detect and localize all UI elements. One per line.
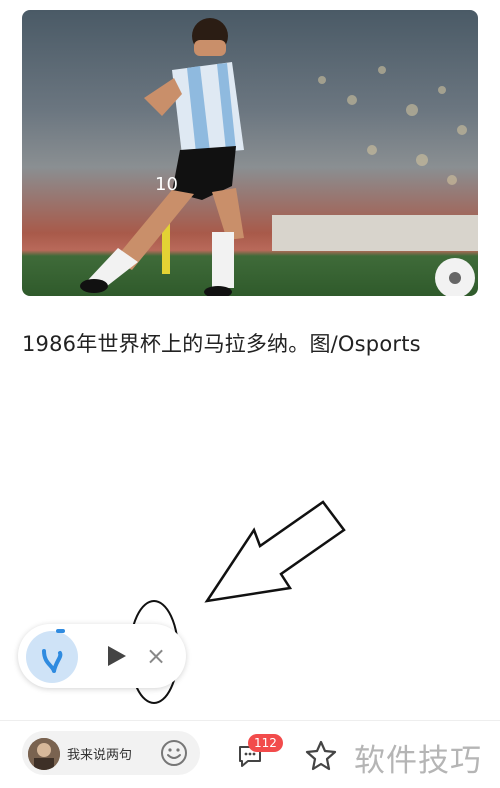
- bottom-bar: 我来说两句 112 软件技巧: [0, 720, 500, 788]
- comment-input[interactable]: 我来说两句: [22, 731, 200, 775]
- headphone-wave-icon[interactable]: [26, 629, 78, 683]
- comment-count-badge: 112: [248, 734, 283, 752]
- star-icon[interactable]: [305, 739, 337, 771]
- avatar: [28, 738, 60, 770]
- watermark-text: 软件技巧: [354, 743, 482, 779]
- photo-caption: 1986年世界杯上的马拉多纳。图/Osports: [22, 332, 421, 356]
- progress-dot: [56, 629, 65, 633]
- comment-placeholder: 我来说两句: [67, 748, 133, 763]
- close-icon[interactable]: ×: [144, 642, 168, 670]
- floating-audio-player[interactable]: ×: [18, 624, 186, 688]
- emoji-icon[interactable]: [160, 739, 188, 767]
- article-photo[interactable]: 10: [22, 10, 478, 296]
- play-icon[interactable]: [104, 644, 128, 668]
